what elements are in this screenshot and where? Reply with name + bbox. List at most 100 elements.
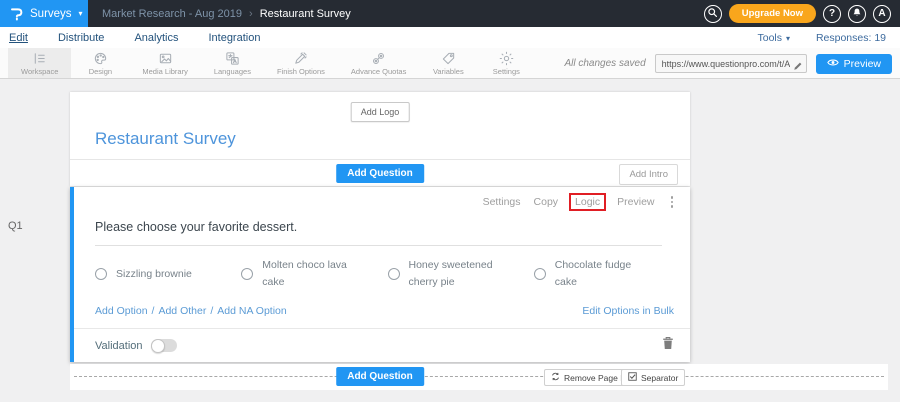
option-label[interactable]: Molten choco lava cake: [262, 257, 358, 292]
nav-tabs: Edit Distribute Analytics Integration: [0, 32, 260, 44]
languages-icon: [225, 51, 240, 66]
edit-url-pencil-icon[interactable]: [793, 58, 803, 76]
validation-label: Validation: [95, 340, 143, 352]
survey-url-input[interactable]: [655, 54, 807, 73]
questionpro-logo-icon: [9, 6, 24, 21]
tab-analytics[interactable]: Analytics: [134, 32, 178, 44]
question-menu: Settings Copy Logic Preview: [483, 196, 676, 208]
survey-title[interactable]: Restaurant Survey: [95, 129, 236, 149]
toolbar-item-media-library[interactable]: Media Library: [129, 48, 200, 78]
edit-options-in-bulk-link[interactable]: Edit Options in Bulk: [582, 305, 674, 317]
save-status: All changes saved: [564, 58, 645, 69]
section-navbar: Edit Distribute Analytics Integration To…: [0, 27, 900, 48]
question-more-menu-icon[interactable]: [668, 196, 677, 208]
tools-menu[interactable]: Tools ▾: [758, 32, 790, 44]
option-label[interactable]: Chocolate fudge cake: [555, 257, 651, 292]
question-index-label: Q1: [8, 220, 23, 232]
search-button[interactable]: [704, 5, 722, 23]
toolbar-item-advance-quotas[interactable]: Advance Quotas: [338, 48, 419, 78]
topbar-actions: Upgrade Now ? A: [704, 0, 891, 27]
option-honey-sweetened-cherry-pie[interactable]: Honey sweetened cherry pie: [388, 257, 534, 292]
add-na-option-link[interactable]: Add NA Option: [217, 305, 286, 317]
option-add-links: Add Option/Add Other/Add NA Option: [95, 305, 287, 317]
delete-question-button[interactable]: [662, 336, 674, 355]
validation-toggle[interactable]: [151, 339, 177, 352]
toolbar-item-label: Advance Quotas: [351, 67, 406, 76]
toolbar-item-label: Design: [89, 67, 112, 76]
toolbar-item-languages[interactable]: Languages: [201, 48, 264, 78]
option-label[interactable]: Sizzling brownie: [116, 266, 192, 283]
help-button[interactable]: ?: [823, 5, 841, 23]
add-question-button-bottom[interactable]: Add Question: [336, 367, 424, 386]
top-navbar: Surveys ▾ Market Research - Aug 2019 › R…: [0, 0, 900, 27]
breadcrumb-folder[interactable]: Market Research - Aug 2019: [102, 8, 242, 20]
page-break-dashed-line: [74, 376, 884, 377]
caret-down-icon: ▾: [786, 34, 790, 43]
caret-down-icon: ▾: [79, 9, 83, 18]
finish-options-icon: [293, 51, 308, 66]
toolbar-item-label: Media Library: [142, 67, 187, 76]
question-footer: Validation: [74, 328, 690, 362]
editor-toolbar: Workspace Design Media Library Languages…: [0, 48, 900, 79]
survey-url-wrap: [655, 54, 807, 74]
toolbar-items: Workspace Design Media Library Languages…: [0, 48, 535, 78]
radio-icon[interactable]: [534, 268, 546, 280]
toolbar-item-design[interactable]: Design: [71, 48, 129, 78]
question-text[interactable]: Please choose your favorite dessert.: [95, 220, 662, 246]
toolbar-item-label: Languages: [214, 67, 251, 76]
question-copy-link[interactable]: Copy: [534, 196, 559, 208]
toolbar-item-variables[interactable]: Variables: [419, 48, 477, 78]
breadcrumb-current: Restaurant Survey: [260, 8, 351, 20]
question-option-links: Add Option/Add Other/Add NA Option Edit …: [95, 305, 674, 317]
separator-toggle-button[interactable]: Separator: [621, 369, 685, 386]
toolbar-item-label: Settings: [493, 67, 520, 76]
toolbar-item-workspace[interactable]: Workspace: [8, 48, 71, 78]
survey-header-card: Add Logo Restaurant Survey Add Question …: [70, 92, 690, 186]
add-other-link[interactable]: Add Other: [158, 305, 206, 317]
add-intro-button[interactable]: Add Intro: [619, 164, 678, 185]
account-avatar[interactable]: A: [873, 5, 891, 23]
eye-icon: [827, 58, 839, 70]
tab-distribute[interactable]: Distribute: [58, 32, 104, 44]
product-name: Surveys: [30, 8, 72, 20]
option-molten-choco-lava-cake[interactable]: Molten choco lava cake: [241, 257, 387, 292]
breadcrumb-separator: ›: [249, 8, 253, 20]
settings-icon: [499, 51, 514, 66]
question-settings-link[interactable]: Settings: [483, 196, 521, 208]
tab-edit[interactable]: Edit: [9, 32, 28, 44]
toolbar-item-finish-options[interactable]: Finish Options: [264, 48, 338, 78]
bell-icon: [852, 7, 862, 21]
add-question-button[interactable]: Add Question: [336, 164, 424, 183]
navbar-right: Tools ▾ Responses: 19: [758, 32, 887, 44]
upgrade-now-button[interactable]: Upgrade Now: [729, 4, 816, 23]
toolbar-item-settings[interactable]: Settings: [477, 48, 535, 78]
option-chocolate-fudge-cake[interactable]: Chocolate fudge cake: [534, 257, 680, 292]
add-option-link[interactable]: Add Option: [95, 305, 148, 317]
trash-icon: [662, 336, 674, 355]
responses-count[interactable]: Responses: 19: [816, 32, 886, 44]
variables-icon: [441, 51, 456, 66]
toolbar-item-label: Finish Options: [277, 67, 325, 76]
preview-button[interactable]: Preview: [816, 54, 892, 74]
question-logic-link-highlighted[interactable]: Logic: [569, 193, 606, 211]
add-logo-button[interactable]: Add Logo: [351, 102, 410, 122]
survey-card-footer: Add Question Add Intro: [70, 159, 690, 186]
notifications-button[interactable]: [848, 5, 866, 23]
surveys-product-menu[interactable]: Surveys ▾: [0, 0, 88, 27]
tab-integration[interactable]: Integration: [208, 32, 260, 44]
question-preview-link[interactable]: Preview: [617, 196, 654, 208]
radio-icon[interactable]: [95, 268, 107, 280]
toggle-knob: [151, 339, 165, 353]
option-sizzling-brownie[interactable]: Sizzling brownie: [95, 257, 241, 292]
toolbar-item-label: Workspace: [21, 67, 58, 76]
toolbar-right: All changes saved Preview: [564, 48, 892, 79]
link-separator: /: [210, 305, 213, 317]
workspace-icon: [32, 51, 47, 66]
radio-icon[interactable]: [388, 268, 400, 280]
toolbar-item-label: Variables: [433, 67, 464, 76]
survey-workspace: Q1 Add Logo Restaurant Survey Add Questi…: [0, 80, 900, 402]
search-icon: [707, 7, 718, 21]
option-label[interactable]: Honey sweetened cherry pie: [409, 257, 505, 292]
radio-icon[interactable]: [241, 268, 253, 280]
question-options: Sizzling brownie Molten choco lava cake …: [95, 257, 680, 292]
